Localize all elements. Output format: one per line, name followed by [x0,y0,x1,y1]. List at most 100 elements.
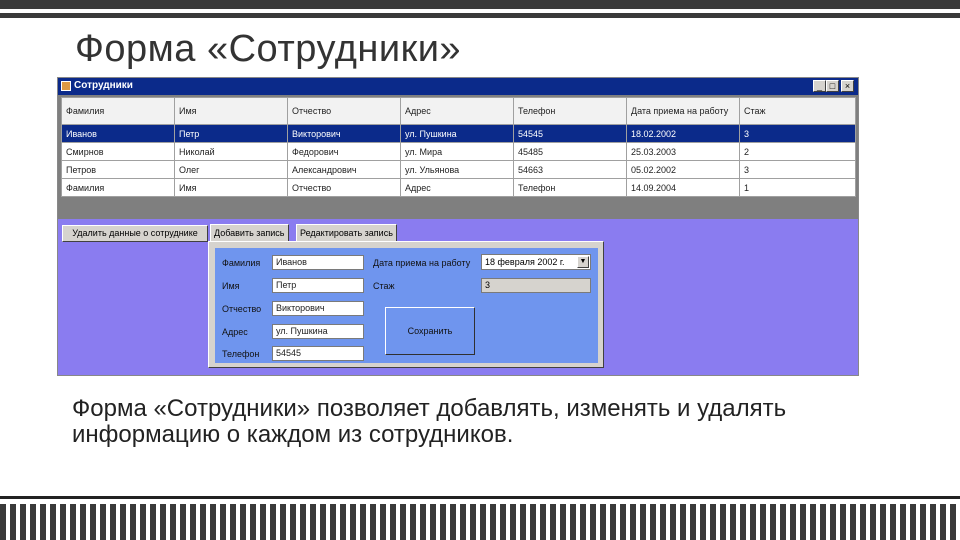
decor-stripe [700,504,706,540]
table-cell[interactable]: Адрес [400,178,514,197]
table-cell[interactable]: Отчество [287,178,401,197]
decor-stripe [50,504,56,540]
slide-title: Форма «Сотрудники» [75,28,462,70]
column-header[interactable]: Отчество [287,97,401,125]
hire-date-picker[interactable]: 18 февраля 2002 г. ▼ [481,254,591,270]
decor-stripe [850,504,856,540]
experience-label: Стаж [373,281,395,291]
decor-stripe [650,504,656,540]
decor-stripe [290,504,296,540]
table-cell[interactable]: Петров [61,160,175,179]
table-cell[interactable]: 3 [739,124,856,143]
decor-stripe [210,504,216,540]
decor-stripe [840,504,846,540]
table-cell[interactable]: Имя [174,178,288,197]
decor-stripe [240,504,246,540]
firstname-label: Имя [222,281,240,291]
tab-add-record[interactable]: Добавить запись [210,224,289,241]
save-button[interactable]: Сохранить [385,307,475,355]
column-header[interactable]: Фамилия [61,97,175,125]
decor-stripe [560,504,566,540]
close-button[interactable]: × [841,80,854,92]
table-cell[interactable]: 1 [739,178,856,197]
decor-stripe [150,504,156,540]
table-row[interactable]: Петров Олег Александрович ул. Ульянова 5… [61,160,856,179]
address-field[interactable]: ул. Пушкина [272,324,364,339]
decor-stripe [90,504,96,540]
decor-stripe [830,504,836,540]
table-cell[interactable]: 05.02.2002 [626,160,740,179]
decor-stripe [200,504,206,540]
delete-employee-button[interactable]: Удалить данные о сотруднике [62,225,208,242]
table-cell[interactable]: 14.09.2004 [626,178,740,197]
table-cell[interactable]: Иванов [61,124,175,143]
experience-field[interactable]: 3 [481,278,591,293]
decor-stripe [190,504,196,540]
tab-edit-record[interactable]: Редактировать запись [296,224,397,241]
table-cell[interactable]: 54545 [513,124,627,143]
form-panel: Фамилия Иванов Имя Петр Отчество Викторо… [215,248,598,363]
table-cell[interactable]: ул. Мира [400,142,514,161]
decor-stripe [750,504,756,540]
decor-stripe [350,504,356,540]
column-header[interactable]: Имя [174,97,288,125]
table-cell[interactable]: ул. Пушкина [400,124,514,143]
chevron-down-icon[interactable]: ▼ [577,256,589,268]
hire-date-value: 18 февраля 2002 г. [485,257,565,267]
minimize-button[interactable]: _ [813,80,826,92]
window-titlebar[interactable]: Сотрудники _ □ × [58,78,858,95]
table-cell[interactable]: Викторович [287,124,401,143]
decor-stripe [360,504,366,540]
patronymic-field[interactable]: Викторович [272,301,364,316]
decor-stripe [890,504,896,540]
decor-stripe [220,504,226,540]
decor-stripe [760,504,766,540]
table-cell[interactable]: 3 [739,160,856,179]
table-cell[interactable]: Петр [174,124,288,143]
decor-stripe [380,504,386,540]
column-header[interactable]: Телефон [513,97,627,125]
table-row[interactable]: Фамилия Имя Отчество Адрес Телефон 14.09… [61,178,856,197]
decor-stripe [370,504,376,540]
decor-stripe [20,504,26,540]
maximize-button[interactable]: □ [826,80,839,92]
decor-stripe [710,504,716,540]
table-cell[interactable]: Федорович [287,142,401,161]
decor-stripe [170,504,176,540]
column-header[interactable]: Дата приема на работу [626,97,740,125]
table-row[interactable]: Смирнов Николай Федорович ул. Мира 45485… [61,142,856,161]
table-cell[interactable]: Фамилия [61,178,175,197]
table-cell[interactable]: ул. Ульянова [400,160,514,179]
table-cell[interactable]: 18.02.2002 [626,124,740,143]
decor-stripe [510,504,516,540]
decor-stripe [540,504,546,540]
decor-stripe [770,504,776,540]
table-cell[interactable]: Олег [174,160,288,179]
table-cell[interactable]: 2 [739,142,856,161]
phone-field[interactable]: 54545 [272,346,364,361]
lastname-label: Фамилия [222,258,261,268]
bottom-decor-bar [0,504,960,540]
decor-stripe [600,504,606,540]
employees-grid[interactable]: Фамилия Имя Отчество Адрес Телефон Дата … [61,97,856,197]
decor-stripe [420,504,426,540]
table-row[interactable]: Иванов Петр Викторович ул. Пушкина 54545… [61,124,856,143]
table-cell[interactable]: Александрович [287,160,401,179]
table-cell[interactable]: Телефон [513,178,627,197]
decor-stripe [120,504,126,540]
lastname-field[interactable]: Иванов [272,255,364,270]
column-header[interactable]: Стаж [739,97,856,125]
decor-stripe [570,504,576,540]
decor-stripe [110,504,116,540]
decor-stripe [400,504,406,540]
table-cell[interactable]: 25.03.2003 [626,142,740,161]
table-cell[interactable]: Николай [174,142,288,161]
column-header[interactable]: Адрес [400,97,514,125]
decor-stripe [260,504,266,540]
decor-stripe [590,504,596,540]
firstname-field[interactable]: Петр [272,278,364,293]
table-cell[interactable]: 45485 [513,142,627,161]
decor-stripe [900,504,906,540]
table-cell[interactable]: Смирнов [61,142,175,161]
table-cell[interactable]: 54663 [513,160,627,179]
